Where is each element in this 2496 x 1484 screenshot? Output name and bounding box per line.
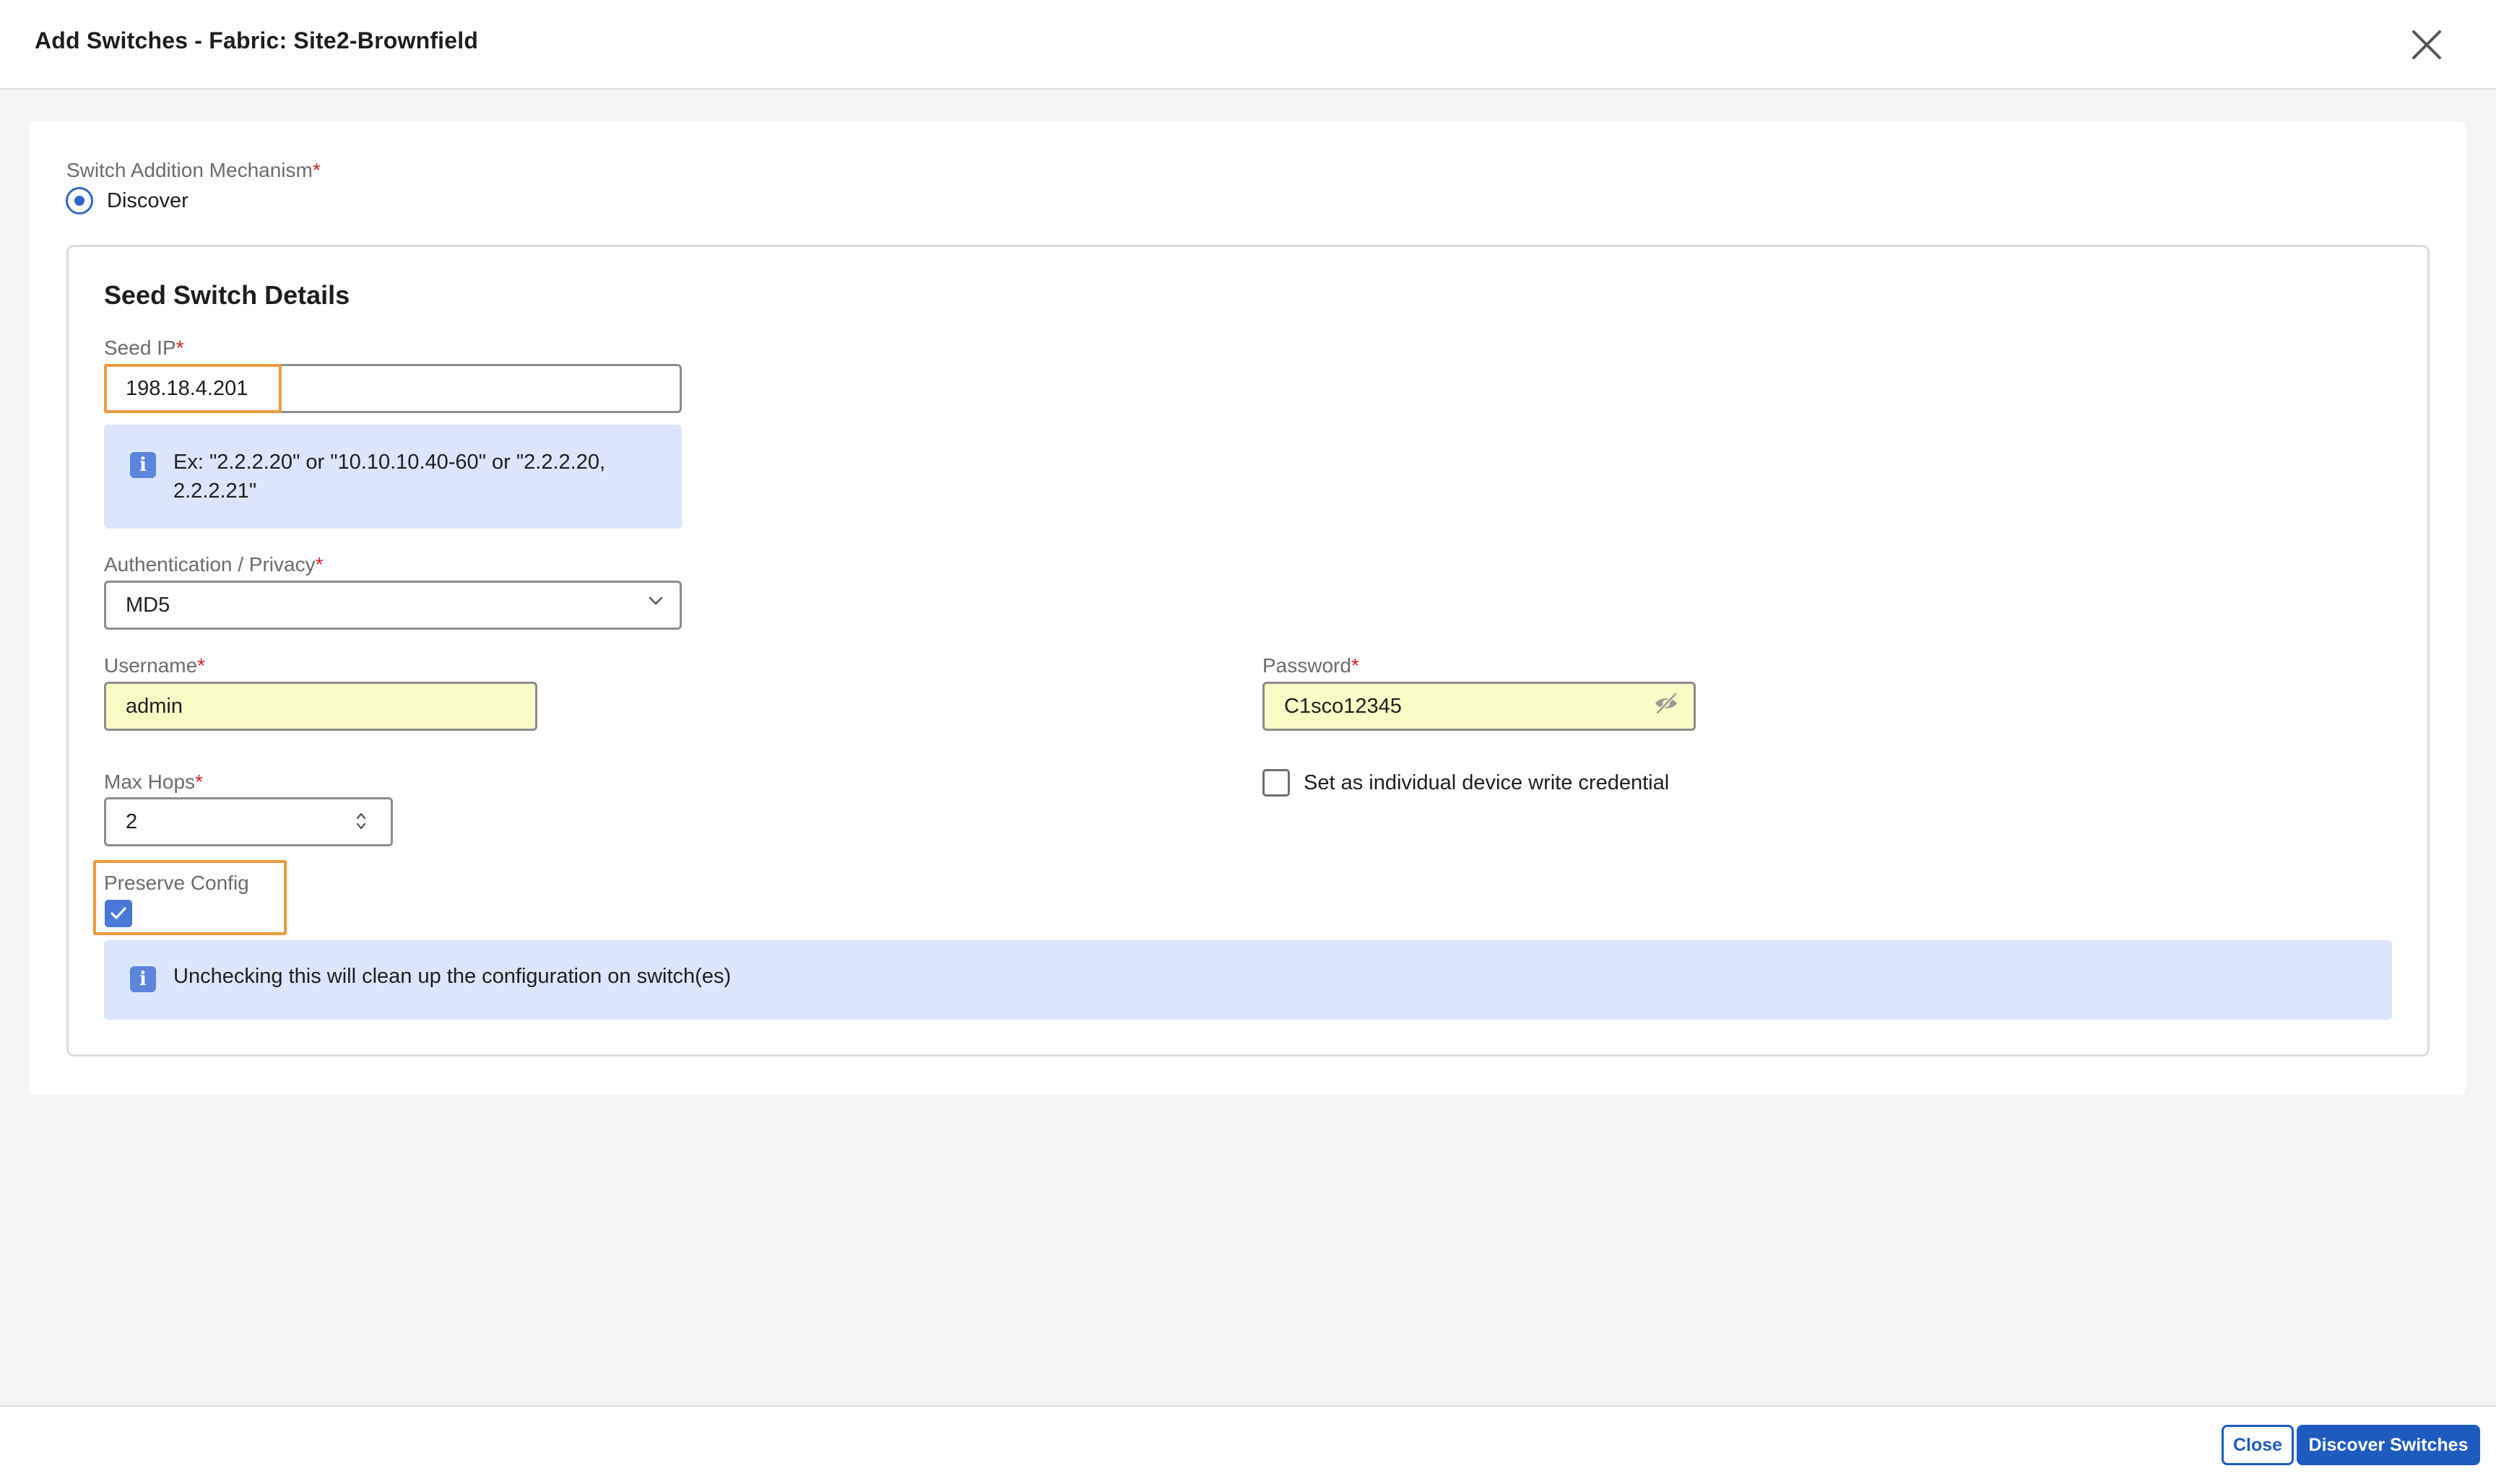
preserve-config-hint: Unchecking this will clean up the config… <box>173 965 732 988</box>
mechanism-label: Switch Addition Mechanism* <box>66 159 321 182</box>
auth-select[interactable]: MD5 <box>104 581 682 630</box>
checkmark-icon <box>110 907 126 919</box>
info-icon: i <box>130 452 156 478</box>
required-mark: * <box>195 771 203 793</box>
required-mark: * <box>197 654 206 677</box>
password-label: Password* <box>1262 654 1359 677</box>
required-mark: * <box>312 159 321 181</box>
spinner-arrows-icon[interactable] <box>354 810 368 833</box>
seed-ip-hint-line1: Ex: "2.2.2.20" or "10.10.10.40-60" or "2… <box>173 451 606 474</box>
username-value: admin <box>126 694 183 718</box>
modal-footer <box>0 1405 2496 1484</box>
max-hops-label-text: Max Hops <box>104 771 196 793</box>
radio-dot <box>74 196 84 206</box>
eye-slash-icon[interactable] <box>1653 690 1679 716</box>
seed-section-title: Seed Switch Details <box>104 280 350 310</box>
auth-label: Authentication / Privacy* <box>104 553 324 576</box>
seed-ip-highlight <box>104 364 282 413</box>
close-button[interactable]: Close <box>2222 1425 2294 1465</box>
max-hops-value: 2 <box>126 810 138 833</box>
close-icon[interactable] <box>2409 27 2444 62</box>
modal-header: Add Switches - Fabric: Site2-Brownfield <box>0 0 2496 90</box>
auth-select-value: MD5 <box>126 593 170 617</box>
password-label-text: Password <box>1262 654 1351 677</box>
seed-ip-hint: Ex: "2.2.2.20" or "10.10.10.40-60" or "2… <box>173 448 605 505</box>
chevron-down-icon[interactable] <box>647 592 664 609</box>
modal-title: Add Switches - Fabric: Site2-Brownfield <box>35 27 479 53</box>
username-label-text: Username <box>104 654 198 677</box>
discover-switches-button[interactable]: Discover Switches <box>2297 1425 2480 1465</box>
write-credential-label[interactable]: Set as individual device write credentia… <box>1304 771 1669 795</box>
preserve-config-checkbox[interactable] <box>105 900 132 927</box>
username-label: Username* <box>104 654 205 677</box>
required-mark: * <box>1351 654 1359 677</box>
discover-radio[interactable] <box>66 187 93 214</box>
seed-ip-label: Seed IP* <box>104 337 184 360</box>
max-hops-label: Max Hops* <box>104 771 203 794</box>
preserve-config-label: Preserve Config <box>104 872 249 894</box>
info-icon: i <box>130 966 156 992</box>
required-mark: * <box>315 553 324 576</box>
username-input[interactable]: admin <box>104 682 537 731</box>
discover-radio-label[interactable]: Discover <box>107 189 188 213</box>
mechanism-label-text: Switch Addition Mechanism <box>66 159 313 181</box>
write-credential-checkbox[interactable] <box>1262 769 1290 797</box>
required-mark: * <box>176 337 184 359</box>
max-hops-input[interactable]: 2 <box>104 797 393 846</box>
seed-ip-hint-line2: 2.2.2.21" <box>173 480 257 503</box>
seed-ip-label-text: Seed IP <box>104 337 176 359</box>
password-value: C1sco12345 <box>1284 694 1402 718</box>
auth-label-text: Authentication / Privacy <box>104 553 316 576</box>
password-input[interactable]: C1sco12345 <box>1262 682 1696 731</box>
